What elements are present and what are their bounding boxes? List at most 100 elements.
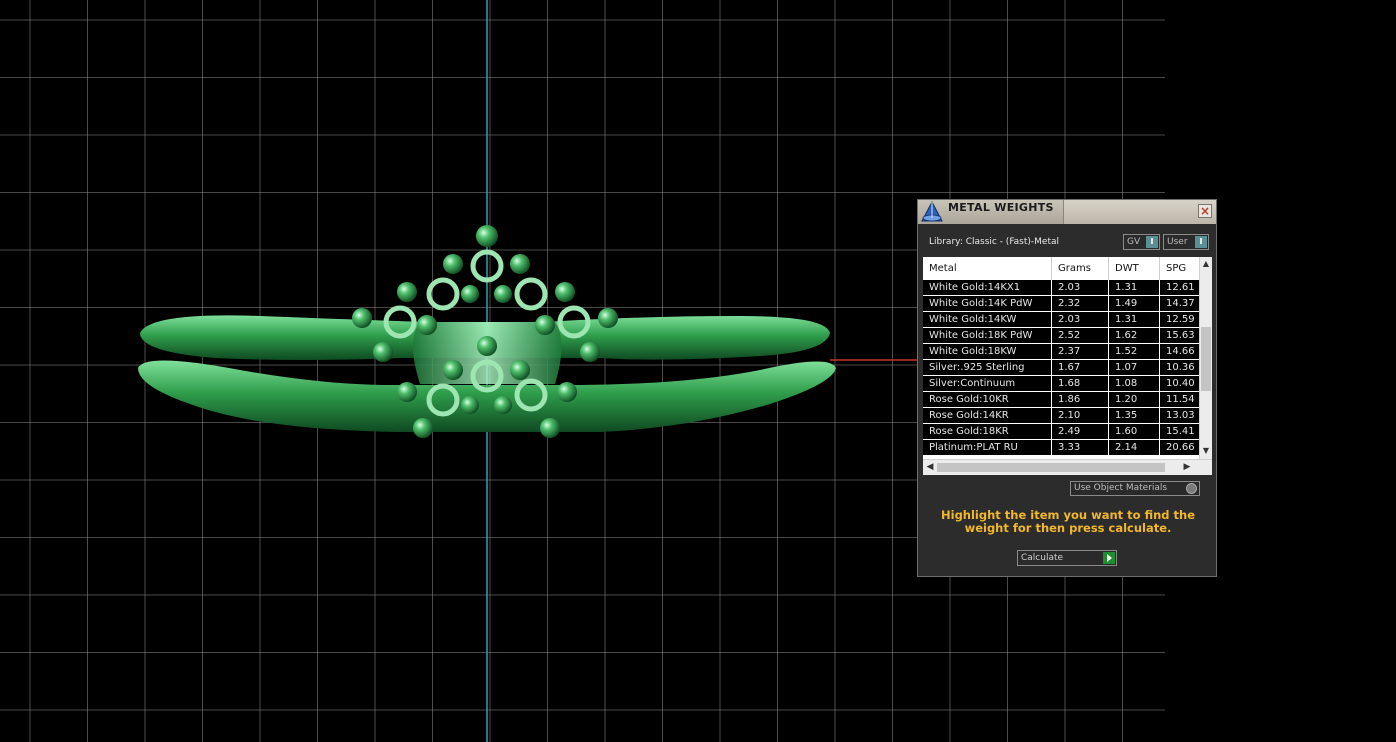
spg-cell: 14.37 <box>1166 298 1195 309</box>
panel-titlebar[interactable]: METAL WEIGHTS × <box>918 200 1216 224</box>
grams-cell: 2.03 <box>1052 280 1109 295</box>
metal-table: Metal Grams DWT SPG White Gold:14KX1 2.03… <box>923 257 1212 475</box>
vertical-scroll-thumb[interactable] <box>1201 327 1211 391</box>
panel-title: METAL WEIGHTS <box>948 201 1054 214</box>
metal-weights-panel: METAL WEIGHTS × Library: Classic - (Fast… <box>917 199 1217 577</box>
stone-setting <box>514 277 548 311</box>
instruction-text: Highlight the item you want to find the … <box>941 508 1195 535</box>
spg-cell: 10.40 <box>1166 378 1195 389</box>
horizontal-scrollbar[interactable]: ◀ ▶ <box>923 459 1212 475</box>
bead <box>461 285 479 303</box>
horizontal-scroll-thumb[interactable] <box>937 463 1165 472</box>
table-header: Metal Grams DWT SPG <box>923 257 1199 280</box>
dropdown-arrow-icon[interactable]: I <box>1195 236 1207 248</box>
spg-cell: 20.66 <box>1166 442 1195 453</box>
bead <box>373 342 393 362</box>
table-row[interactable]: Rose Gold:10KR 1.86 1.20 11.54 <box>923 392 1199 408</box>
metal-cell: Rose Gold:10KR <box>923 392 1052 407</box>
grams-cell: 1.68 <box>1052 376 1109 391</box>
table-row[interactable]: Platinum:PLAT RU 3.33 2.14 20.66 <box>923 440 1199 456</box>
table-row[interactable]: White Gold:14K PdW 2.32 1.49 14.37 <box>923 296 1199 312</box>
spg-cell: 12.61 <box>1166 282 1195 293</box>
dwt-cell: 1.08 <box>1109 376 1160 391</box>
dwt-cell: 1.49 <box>1109 296 1160 311</box>
column-header-grams[interactable]: Grams <box>1052 257 1109 280</box>
dwt-cell: 1.52 <box>1109 344 1160 359</box>
bead <box>477 336 497 356</box>
bead <box>476 225 498 247</box>
bead <box>557 382 577 402</box>
grams-cell: 1.86 <box>1052 392 1109 407</box>
table-row[interactable]: White Gold:14KW 2.03 1.31 12.59 <box>923 312 1199 328</box>
grams-cell: 2.52 <box>1052 328 1109 343</box>
metal-cell: White Gold:18K PdW <box>923 328 1052 343</box>
spg-cell: 13.03 <box>1166 410 1195 421</box>
bead <box>510 254 530 274</box>
dwt-cell: 1.31 <box>1109 312 1160 327</box>
dwt-cell: 2.14 <box>1109 440 1160 455</box>
table-row[interactable]: White Gold:18KW 2.37 1.52 14.66 <box>923 344 1199 360</box>
library-label: Library: Classic - (Fast)-Metal <box>929 237 1060 247</box>
metal-cell: Rose Gold:18KR <box>923 424 1052 439</box>
column-header-spg[interactable]: SPG <box>1160 257 1200 280</box>
use-object-materials-toggle[interactable]: Use Object Materials <box>1070 481 1200 496</box>
stone-setting <box>426 277 460 311</box>
table-body: White Gold:14KX1 2.03 1.31 12.61 White Gold:… <box>923 280 1199 456</box>
metal-cell: Silver:.925 Sterling <box>923 360 1052 375</box>
spg-cell: 10.36 <box>1166 362 1195 373</box>
dwt-cell: 1.31 <box>1109 280 1160 295</box>
close-icon[interactable]: × <box>1198 204 1212 218</box>
calculate-label: Calculate <box>1021 553 1064 563</box>
scroll-left-icon[interactable]: ◀ <box>924 461 936 474</box>
use-object-materials-label: Use Object Materials <box>1074 483 1168 493</box>
table-row[interactable]: Rose Gold:18KR 2.49 1.60 15.41 <box>923 424 1199 440</box>
scroll-up-icon[interactable]: ▲ <box>1201 258 1211 270</box>
dropdown-arrow-icon[interactable]: I <box>1146 236 1158 248</box>
bead <box>443 360 463 380</box>
table-row[interactable]: Silver:.925 Sterling 1.67 1.07 10.36 <box>923 360 1199 376</box>
spg-cell: 11.54 <box>1166 394 1195 405</box>
metal-cell: Platinum:PLAT RU <box>923 440 1052 455</box>
grams-cell: 3.33 <box>1052 440 1109 455</box>
toggle-knob-icon[interactable] <box>1186 483 1197 494</box>
dwt-cell: 1.35 <box>1109 408 1160 423</box>
spg-cell: 15.41 <box>1166 426 1195 437</box>
vertical-scrollbar[interactable]: ▲ ▼ <box>1199 257 1212 459</box>
dwt-cell: 1.07 <box>1109 360 1160 375</box>
metal-cell: Rose Gold:14KR <box>923 408 1052 423</box>
grams-cell: 2.37 <box>1052 344 1109 359</box>
table-row[interactable]: White Gold:14KX1 2.03 1.31 12.61 <box>923 280 1199 296</box>
user-dropdown[interactable]: User I <box>1163 234 1209 250</box>
metal-cell: White Gold:14KW <box>923 312 1052 327</box>
dwt-cell: 1.62 <box>1109 328 1160 343</box>
bead <box>510 360 530 380</box>
table-row[interactable]: Silver:Continuum 1.68 1.08 10.40 <box>923 376 1199 392</box>
bead <box>580 342 600 362</box>
scroll-right-icon[interactable]: ▶ <box>1181 461 1193 474</box>
app-logo-icon <box>921 201 943 222</box>
column-header-dwt[interactable]: DWT <box>1109 257 1160 280</box>
gv-dropdown-value: GV <box>1127 237 1141 247</box>
play-arrow-icon[interactable] <box>1103 552 1115 564</box>
bead <box>413 418 433 438</box>
bead <box>555 282 575 302</box>
bead <box>598 308 618 328</box>
grams-cell: 2.49 <box>1052 424 1109 439</box>
spg-cell: 12.59 <box>1166 314 1195 325</box>
table-row[interactable]: Rose Gold:14KR 2.10 1.35 13.03 <box>923 408 1199 424</box>
grams-cell: 2.32 <box>1052 296 1109 311</box>
scroll-down-icon[interactable]: ▼ <box>1201 445 1211 457</box>
calculate-button[interactable]: Calculate <box>1017 550 1117 566</box>
gv-dropdown[interactable]: GV I <box>1123 234 1160 250</box>
dwt-cell: 1.60 <box>1109 424 1160 439</box>
bead <box>443 254 463 274</box>
table-row[interactable]: White Gold:18K PdW 2.52 1.62 15.63 <box>923 328 1199 344</box>
column-header-metal[interactable]: Metal <box>923 257 1052 280</box>
grams-cell: 1.67 <box>1052 360 1109 375</box>
spg-cell: 15.63 <box>1166 330 1195 341</box>
grams-cell: 2.03 <box>1052 312 1109 327</box>
spg-cell: 14.66 <box>1166 346 1195 357</box>
bead <box>417 315 437 335</box>
bead <box>461 396 479 414</box>
bead <box>494 396 512 414</box>
